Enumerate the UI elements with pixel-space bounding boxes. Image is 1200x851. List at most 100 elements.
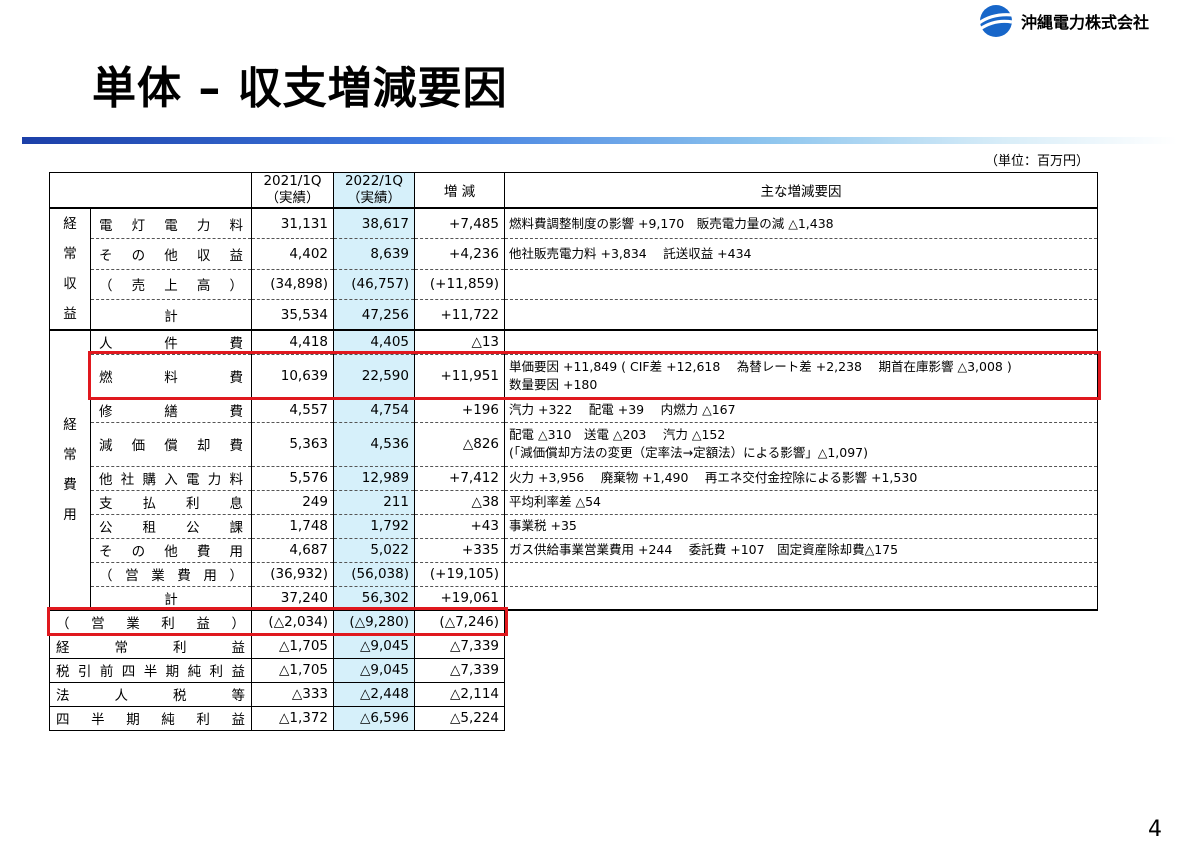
row-label-text: 燃料費 [99, 370, 243, 386]
factor-text: 火力 +3,956 廃棄物 +1,490 再エネ交付金控除による影響 +1,53… [509, 470, 918, 485]
table-row: 燃料費 10,639 22,590 +11,951 単価要因 +11,849 ( CIF… [50, 354, 1098, 399]
row-label: 四半期純利益 [49, 706, 252, 731]
row-label-text: 支払利息 [99, 496, 243, 512]
factor-cell [504, 586, 1098, 611]
factor-text: 単価要因 +11,849 ( CIF差 +12,618 為替レート差 +2,23… [509, 359, 1012, 374]
table-row: （営業利益） (△2,034) (△9,280) (△7,246) [49, 610, 1098, 635]
table-row: 他社購入電力料 5,576 12,989 +7,412 火力 +3,956 廃棄物 +1… [50, 466, 1098, 491]
page-title: 単体 – 収支増減要因 [92, 63, 508, 114]
row-label-text: 経常利益 [56, 640, 245, 656]
value-v2021: 5,363 [251, 422, 334, 467]
row-label-text: 税引前四半期純利益 [56, 664, 245, 680]
value-v2022: 1,792 [333, 514, 415, 539]
table-row: （売上高） (34,898) (46,757) (+11,859) [50, 269, 1098, 300]
value-diff: △38 [414, 490, 505, 515]
row-label: 公租公課 [90, 514, 252, 539]
value-v2022: 4,536 [333, 422, 415, 467]
value-v2021: △1,705 [251, 634, 334, 659]
value-diff: +19,061 [414, 586, 505, 611]
value-diff: △7,339 [414, 634, 505, 659]
factor-cell [504, 330, 1098, 355]
value-v2022: (△9,280) [333, 610, 415, 635]
value-v2022: 5,022 [333, 538, 415, 563]
value-v2021: 249 [251, 490, 334, 515]
table-row: 四半期純利益 △1,372 △6,596 △5,224 [49, 706, 1098, 731]
table-row: 経常費用 人件費 4,418 4,405 △13 [49, 329, 1098, 611]
row-label-text: 人件費 [99, 336, 243, 353]
factor-text: (「減価償却方法の変更（定率法→定額法）による影響」△1,097) [509, 445, 869, 460]
table-row: 計 37,240 56,302 +19,061 [50, 586, 1098, 611]
value-v2022: 8,639 [333, 238, 415, 270]
group-revenue: 経常収益 [49, 207, 91, 331]
factor-text: 燃料費調整制度の影響 +9,170 販売電力量の減 △1,438 [509, 215, 834, 231]
header-blank [49, 172, 252, 209]
value-v2022: 47,256 [333, 299, 415, 331]
value-v2022: 22,590 [333, 354, 415, 399]
table-row: 法人税等 △333 △2,448 △2,114 [49, 682, 1098, 707]
factor-cell: 単価要因 +11,849 ( CIF差 +12,618 為替レート差 +2,23… [504, 354, 1098, 399]
row-label: その他収益 [90, 238, 252, 270]
value-diff: +4,236 [414, 238, 505, 270]
value-v2022: △2,448 [333, 682, 415, 707]
factor-cell [504, 562, 1098, 587]
row-label: その他費用 [90, 538, 252, 563]
value-diff: +196 [414, 398, 505, 423]
value-diff: (+11,859) [414, 269, 505, 300]
group-expense-text: 経常費用 [63, 417, 77, 523]
row-label: 燃料費 [90, 354, 252, 399]
factor-cell [504, 299, 1098, 331]
value-v2021: △333 [251, 682, 334, 707]
value-v2022: 211 [333, 490, 415, 515]
row-label-text: 電灯電力料 [99, 217, 243, 234]
value-diff: (+19,105) [414, 562, 505, 587]
value-v2022: (56,038) [333, 562, 415, 587]
table-row: 減価償却費 5,363 4,536 △826 配電 △310 送電 △203 汽力 △1… [50, 422, 1098, 467]
factor-text: ガス供給事業営業費用 +244 委託費 +107 固定資産除却費△175 [509, 542, 899, 557]
company-name: 沖縄電力株式会社 [1021, 13, 1150, 32]
table-row: 計 35,534 47,256 +11,722 [50, 299, 1098, 331]
row-label: （営業費用） [90, 562, 252, 587]
table-header-row: 2021/1Q （実績） 2022/1Q （実績）増 減主な増減要因 [49, 172, 1098, 209]
value-v2021: 4,418 [251, 330, 334, 355]
factor-text: 事業税 +35 [509, 518, 577, 533]
factor-cell: 配電 △310 送電 △203 汽力 △152 (「減価償却方法の変更（定率法→定… [504, 422, 1098, 467]
value-v2021: 4,402 [251, 238, 334, 270]
value-v2021: (34,898) [251, 269, 334, 300]
value-diff: +335 [414, 538, 505, 563]
factor-text: 配電 △310 送電 △203 汽力 △152 [509, 427, 726, 442]
factor-cell [504, 269, 1098, 300]
value-v2021: 35,534 [251, 299, 334, 331]
value-v2022: 12,989 [333, 466, 415, 491]
factor-cell: 事業税 +35 [504, 514, 1098, 539]
value-v2021: 4,687 [251, 538, 334, 563]
value-diff: △7,339 [414, 658, 505, 683]
value-diff: △2,114 [414, 682, 505, 707]
table-row: 公租公課 1,748 1,792 +43 事業税 +35 [50, 514, 1098, 539]
title-divider [22, 137, 1177, 144]
row-label: 計 [90, 586, 252, 611]
income-factor-table: 2021/1Q （実績） 2022/1Q （実績）増 減主な増減要因 経常収益 電灯電力料… [49, 172, 1098, 731]
value-v2021: 4,557 [251, 398, 334, 423]
row-label-text: その他収益 [99, 247, 243, 264]
value-diff: +11,722 [414, 299, 505, 331]
row-label: 他社購入電力料 [90, 466, 252, 491]
row-label-text: 計 [164, 308, 178, 325]
value-v2021: △1,372 [251, 706, 334, 731]
value-v2021: 10,639 [251, 354, 334, 399]
row-label: 税引前四半期純利益 [49, 658, 252, 683]
value-v2021: (36,932) [251, 562, 334, 587]
value-diff: (△7,246) [414, 610, 505, 635]
row-label-text: その他費用 [99, 544, 243, 560]
group-expense: 経常費用 [49, 329, 91, 611]
value-v2022: △9,045 [333, 658, 415, 683]
factor-cell: 火力 +3,956 廃棄物 +1,490 再エネ交付金控除による影響 +1,53… [504, 466, 1098, 491]
row-label: 経常利益 [49, 634, 252, 659]
table-row: 修繕費 4,557 4,754 +196 汽力 +322 配電 +39 内燃力 △167 [50, 398, 1098, 423]
header-factors: 主な増減要因 [504, 172, 1098, 209]
header-2021: 2021/1Q （実績） [251, 172, 334, 209]
row-label: 計 [90, 299, 252, 331]
row-label: （売上高） [90, 269, 252, 300]
row-label-text: 修繕費 [99, 404, 243, 420]
row-label: 支払利息 [90, 490, 252, 515]
value-diff: +7,412 [414, 466, 505, 491]
